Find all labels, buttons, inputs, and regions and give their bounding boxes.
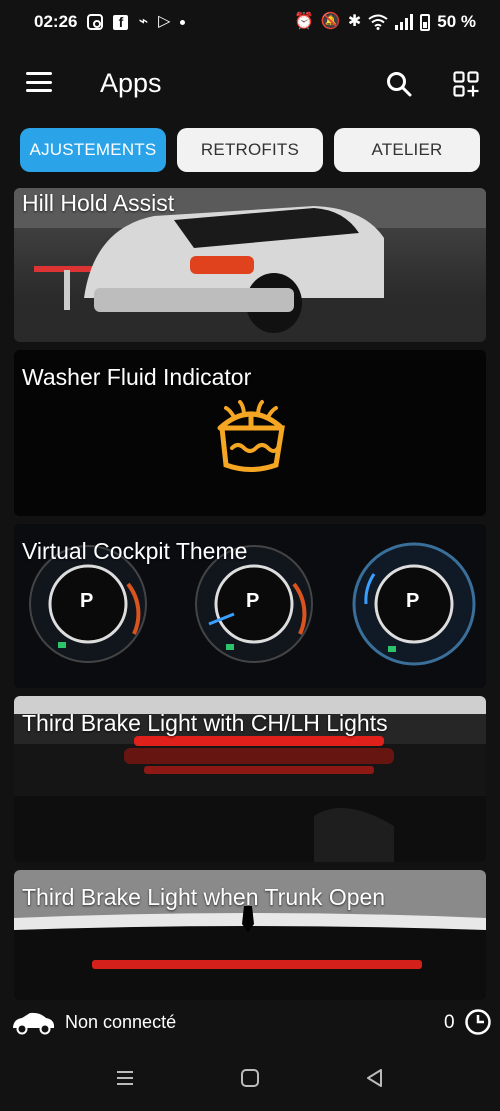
tab-retrofits[interactable]: RETROFITS <box>177 128 323 172</box>
bluetooth-icon: ✱ <box>347 13 362 30</box>
status-time: 02:26 <box>34 12 78 31</box>
connection-count: 0 <box>444 1012 455 1033</box>
card-title: Hill Hold Assist <box>22 190 175 216</box>
battery-icon <box>420 13 431 31</box>
tab-ajustements[interactable]: AJUSTEMENTS <box>20 128 166 172</box>
card-title: Virtual Cockpit Theme <box>22 538 248 564</box>
car-icon <box>13 1012 54 1035</box>
card-title: Third Brake Light with CH/LH Lights <box>22 710 388 736</box>
alarm-icon: ⏰ <box>294 13 314 30</box>
notification-icon: ⌁ <box>138 13 149 30</box>
connect-power-icon[interactable] <box>464 1008 492 1036</box>
status-bar: 02:26 f ⌁ ▷ ⏰ 🔕 ✱ 50 % <box>0 0 500 44</box>
home-icon[interactable] <box>236 1064 264 1092</box>
search-icon[interactable] <box>386 71 412 97</box>
card-title: Washer Fluid Indicator <box>22 364 252 390</box>
mute-icon: 🔕 <box>320 13 341 30</box>
card-third-brake-light-trunk-open[interactable]: Third Brake Light when Trunk Open <box>14 870 486 1000</box>
system-nav-bar <box>0 1044 500 1111</box>
wifi-icon <box>368 14 388 30</box>
card-washer-fluid-indicator[interactable]: Washer Fluid Indicator <box>14 350 486 516</box>
gauge-gear-label: P <box>246 590 260 612</box>
back-icon[interactable] <box>360 1064 388 1092</box>
tab-atelier[interactable]: ATELIER <box>334 128 480 172</box>
battery-percentage: 50 % <box>437 12 476 31</box>
app-bar: Apps <box>0 44 500 126</box>
card-virtual-cockpit-theme[interactable]: P P P Virtual Cockpit Theme <box>14 524 486 688</box>
gauge-gear-label: P <box>406 590 420 612</box>
facebook-icon: f <box>113 14 129 30</box>
more-notifications-icon <box>180 19 186 25</box>
category-tabs: AJUSTEMENTS RETROFITS ATELIER <box>0 126 500 176</box>
connection-status: Non connecté <box>65 1012 177 1032</box>
connection-bar: Non connecté 0 <box>0 1000 500 1044</box>
add-app-grid-icon[interactable] <box>453 71 479 97</box>
card-third-brake-light-ch-lh[interactable]: Third Brake Light with CH/LH Lights <box>14 696 486 862</box>
apps-list: Hill Hold Assist Washer Fluid Indicator <box>0 188 500 1000</box>
play-store-icon: ▷ <box>158 13 171 30</box>
signal-icon <box>395 14 414 30</box>
card-hill-hold-assist[interactable]: Hill Hold Assist <box>14 188 486 342</box>
gauge-gear-label: P <box>80 590 94 612</box>
card-title: Third Brake Light when Trunk Open <box>22 884 386 910</box>
page-title: Apps <box>100 68 162 98</box>
recents-icon[interactable] <box>111 1064 139 1092</box>
instagram-icon <box>87 14 104 30</box>
menu-icon[interactable] <box>26 72 52 92</box>
